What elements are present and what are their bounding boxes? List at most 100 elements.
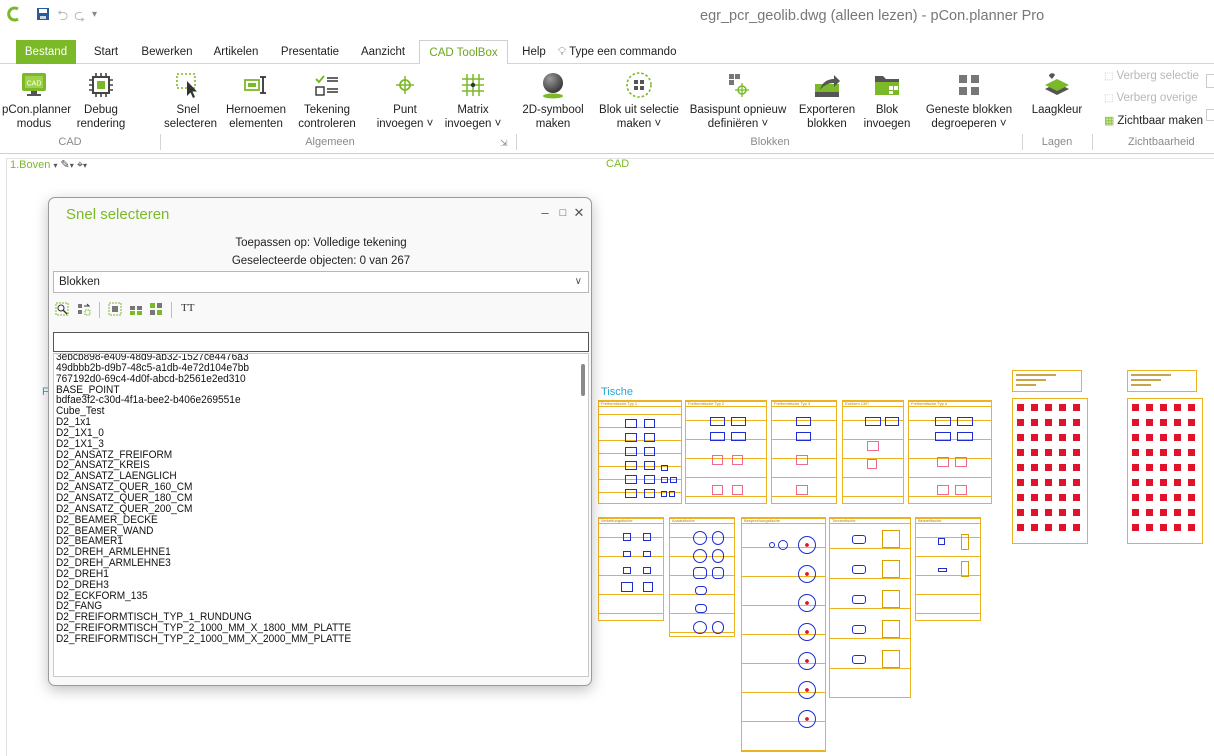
red-marker: [1132, 479, 1139, 486]
red-marker: [1045, 509, 1052, 516]
red-marker: [1031, 449, 1038, 456]
red-marker: [1146, 419, 1153, 426]
red-marker: [1160, 404, 1167, 411]
red-marker: [1160, 419, 1167, 426]
red-marker: [1073, 494, 1080, 501]
red-marker: [1188, 449, 1195, 456]
close-button[interactable]: ✕: [571, 205, 587, 221]
red-marker: [1059, 434, 1066, 441]
red-marker: [1132, 509, 1139, 516]
select-all-icon[interactable]: [108, 302, 122, 316]
list-item[interactable]: 767192d0-69c4-4d0f-abcd-b2561e2ed310: [56, 373, 527, 385]
minimize-button[interactable]: –: [537, 205, 553, 220]
block-list[interactable]: 3ebcb898-e409-48d9-ab32-1527ce4476a3 49db…: [53, 353, 589, 677]
red-marker: [1073, 419, 1080, 426]
red-marker: [1132, 404, 1139, 411]
select-similar-icon[interactable]: [77, 302, 91, 316]
red-marker: [1045, 404, 1052, 411]
red-marker: [1045, 434, 1052, 441]
list-item[interactable]: D2_BEAMER_WAND: [56, 525, 527, 537]
red-marker: [1146, 434, 1153, 441]
red-marker: [1146, 494, 1153, 501]
red-marker: [1174, 494, 1181, 501]
red-marker: [1174, 479, 1181, 486]
red-marker: [1146, 449, 1153, 456]
maximize-button[interactable]: □: [555, 207, 571, 219]
red-marker: [1160, 524, 1167, 531]
red-marker: [1188, 464, 1195, 471]
object-type-dropdown[interactable]: Blokken ∨: [53, 271, 589, 293]
red-marker: [1017, 509, 1024, 516]
red-marker: [1132, 434, 1139, 441]
list-item[interactable]: D2_DREH_ARMLEHNE3: [56, 558, 527, 569]
red-marker: [1045, 449, 1052, 456]
red-marker: [1160, 494, 1167, 501]
red-marker: [1188, 434, 1195, 441]
red-marker: [1031, 464, 1038, 471]
list-item[interactable]: D2_ECKFORM_135: [56, 590, 527, 602]
red-marker: [1174, 509, 1181, 516]
red-marker: [1160, 464, 1167, 471]
invert-selection-icon[interactable]: [149, 302, 163, 316]
list-item[interactable]: Cube_Test: [56, 406, 527, 417]
red-marker: [1073, 449, 1080, 456]
red-marker: [1174, 524, 1181, 531]
red-marker: [1031, 434, 1038, 441]
red-marker: [1174, 419, 1181, 426]
red-marker: [1160, 449, 1167, 456]
red-marker: [1188, 524, 1195, 531]
red-marker: [1174, 449, 1181, 456]
red-marker: [1132, 524, 1139, 531]
selected-count-text: Geselecteerde objecten: 0 van 267: [231, 255, 411, 267]
red-marker: [1160, 479, 1167, 486]
list-item[interactable]: D2_DREH1: [56, 568, 527, 580]
red-marker: [1017, 479, 1024, 486]
red-marker: [1017, 449, 1024, 456]
red-marker: [1188, 404, 1195, 411]
list-item[interactable]: bdfae3f2-c30d-4f1a-bee2-b406e269551e: [56, 395, 527, 406]
red-marker: [1017, 434, 1024, 441]
red-marker: [1059, 404, 1066, 411]
red-marker: [1031, 524, 1038, 531]
red-marker: [1045, 479, 1052, 486]
grid-select-icon[interactable]: [129, 302, 143, 316]
red-marker: [1073, 509, 1080, 516]
toolbar-separator: [99, 302, 100, 318]
red-marker: [1174, 464, 1181, 471]
red-marker: [1017, 464, 1024, 471]
text-filter-button[interactable]: TT: [181, 302, 194, 314]
red-marker: [1146, 524, 1153, 531]
search-input[interactable]: [53, 332, 589, 352]
red-marker: [1174, 404, 1181, 411]
red-marker: [1031, 479, 1038, 486]
red-marker: [1132, 464, 1139, 471]
object-type-value: Blokken: [59, 276, 100, 288]
list-item[interactable]: D2_1x1: [56, 417, 527, 428]
red-marker: [1031, 509, 1038, 516]
red-marker: [1188, 494, 1195, 501]
red-marker: [1132, 449, 1139, 456]
red-marker: [1073, 404, 1080, 411]
red-marker: [1073, 524, 1080, 531]
red-marker: [1017, 494, 1024, 501]
chevron-down-icon: ∨: [574, 276, 582, 287]
red-marker: [1146, 464, 1153, 471]
red-marker: [1045, 494, 1052, 501]
list-scrollbar[interactable]: [581, 364, 585, 396]
dialog-title: Snel selecteren: [66, 206, 170, 223]
red-marker: [1059, 494, 1066, 501]
red-marker: [1188, 509, 1195, 516]
red-marker: [1146, 509, 1153, 516]
red-marker: [1132, 419, 1139, 426]
list-item[interactable]: D2_FREIFORMTISCH_TYP_2_1000_MM_X_2000_MM…: [56, 634, 527, 645]
red-marker: [1174, 434, 1181, 441]
red-marker: [1017, 419, 1024, 426]
list-item[interactable]: D2_1X1_0: [56, 427, 527, 439]
red-marker: [1146, 479, 1153, 486]
red-marker: [1160, 509, 1167, 516]
red-marker: [1045, 419, 1052, 426]
red-marker: [1059, 464, 1066, 471]
zoom-to-selection-icon[interactable]: [55, 302, 69, 316]
red-marker: [1059, 509, 1066, 516]
red-marker: [1031, 419, 1038, 426]
